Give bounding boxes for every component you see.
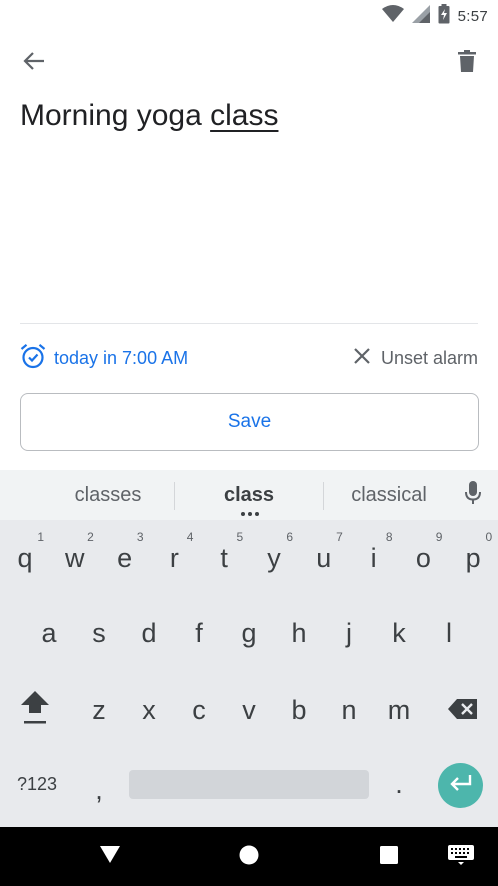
- key-number-hint: 1: [37, 530, 44, 544]
- alarm-icon: [20, 343, 46, 374]
- title-composing-word: class: [210, 99, 279, 132]
- key-m[interactable]: m: [374, 680, 424, 740]
- suggestion-right[interactable]: classical: [324, 470, 454, 520]
- clock: 5:57: [457, 7, 488, 25]
- key-n[interactable]: n: [324, 680, 374, 740]
- key-number-hint: 3: [136, 530, 144, 544]
- key-label: u: [316, 542, 332, 573]
- keyboard-switch-icon: [448, 844, 474, 870]
- delete-button[interactable]: [452, 48, 482, 78]
- more-suggestions-dots[interactable]: [241, 512, 259, 516]
- navigation-bar: [0, 827, 498, 886]
- reminder-chip[interactable]: today in 7:00 AM: [20, 343, 188, 373]
- key-d[interactable]: d: [124, 603, 174, 663]
- key-label: t: [220, 542, 228, 573]
- key-label: e: [117, 542, 133, 573]
- status-bar: 5:57: [0, 0, 498, 32]
- spacebar[interactable]: [129, 770, 369, 799]
- microphone-icon: [465, 480, 481, 510]
- key-number-hint: 8: [385, 530, 393, 544]
- battery-charging-icon: [438, 3, 450, 29]
- unset-alarm-button[interactable]: Unset alarm: [353, 343, 478, 373]
- key-label: i: [370, 542, 377, 573]
- comma-key[interactable]: ,: [74, 760, 124, 820]
- key-z[interactable]: z: [74, 680, 124, 740]
- key-x[interactable]: x: [124, 680, 174, 740]
- key-number-hint: 4: [186, 530, 194, 544]
- key-number-hint: 6: [286, 530, 293, 544]
- save-button[interactable]: Save: [20, 393, 479, 451]
- voice-input-button[interactable]: [460, 480, 486, 510]
- key-j[interactable]: j: [324, 603, 374, 663]
- key-r[interactable]: 4r: [149, 528, 199, 588]
- cell-signal-icon: [411, 4, 430, 28]
- key-label: y: [267, 542, 281, 573]
- suggestion-left[interactable]: classes: [34, 470, 182, 520]
- key-k[interactable]: k: [374, 603, 424, 663]
- key-s[interactable]: s: [74, 603, 124, 663]
- key-g[interactable]: g: [224, 603, 274, 663]
- key-number-hint: 5: [236, 530, 244, 544]
- key-y[interactable]: 6y: [249, 528, 299, 588]
- key-number-hint: 9: [435, 530, 443, 544]
- nav-home-button[interactable]: [234, 842, 264, 872]
- close-icon: [353, 347, 371, 370]
- trash-icon: [458, 49, 476, 77]
- key-p[interactable]: 0p: [448, 528, 498, 588]
- key-label: r: [169, 542, 179, 573]
- key-c[interactable]: c: [174, 680, 224, 740]
- recents-square-icon: [380, 845, 398, 869]
- app-bar: [0, 38, 498, 88]
- enter-key[interactable]: [438, 763, 483, 808]
- key-q[interactable]: 1q: [0, 528, 50, 588]
- enter-icon: [449, 774, 473, 797]
- nav-recents-button[interactable]: [374, 842, 404, 872]
- key-h[interactable]: h: [274, 603, 324, 663]
- period-key[interactable]: .: [374, 754, 424, 814]
- title-text: Morning yoga: [20, 99, 211, 132]
- key-v[interactable]: v: [224, 680, 274, 740]
- back-triangle-icon: [100, 845, 120, 869]
- backspace-key[interactable]: [438, 680, 488, 740]
- divider: [20, 323, 478, 324]
- key-f[interactable]: f: [174, 603, 224, 663]
- symbols-key[interactable]: ?123: [12, 754, 62, 814]
- key-label: q: [17, 542, 33, 573]
- key-i[interactable]: 8i: [349, 528, 399, 588]
- key-b[interactable]: b: [274, 680, 324, 740]
- unset-alarm-label: Unset alarm: [380, 347, 478, 368]
- wifi-icon: [381, 4, 404, 28]
- shift-key[interactable]: [10, 680, 60, 740]
- back-button[interactable]: [16, 48, 52, 78]
- nav-back-button[interactable]: [95, 842, 125, 872]
- key-t[interactable]: 5t: [199, 528, 249, 588]
- reminder-time: today in 7:00 AM: [54, 347, 189, 368]
- nav-keyboard-switch-button[interactable]: [446, 842, 476, 872]
- key-label: p: [465, 542, 481, 573]
- key-number-hint: 0: [485, 530, 493, 544]
- soft-keyboard: classes class classical 1q2w3e4r5t6y7u8i…: [0, 470, 498, 827]
- key-number-hint: 2: [87, 530, 94, 544]
- key-e[interactable]: 3e: [100, 528, 150, 588]
- backspace-icon: [448, 695, 478, 726]
- key-a[interactable]: a: [24, 603, 74, 663]
- shift-icon: [20, 689, 50, 732]
- key-u[interactable]: 7u: [299, 528, 349, 588]
- home-circle-icon: [239, 845, 259, 870]
- arrow-back-icon: [23, 51, 45, 76]
- key-number-hint: 7: [336, 530, 343, 544]
- key-label: w: [65, 542, 85, 573]
- note-title[interactable]: Morning yoga class: [20, 99, 278, 133]
- key-label: o: [415, 542, 431, 573]
- suggestion-strip: classes class classical: [0, 470, 498, 520]
- status-icons: 5:57: [381, 3, 488, 29]
- key-w[interactable]: 2w: [50, 528, 100, 588]
- key-l[interactable]: l: [424, 603, 474, 663]
- key-o[interactable]: 9o: [398, 528, 448, 588]
